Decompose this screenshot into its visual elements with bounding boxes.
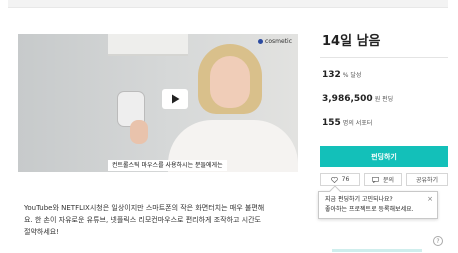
funding-amount: 3,986,500 원 펀딩 bbox=[322, 94, 393, 104]
video-brand-logo: cosmetic bbox=[258, 38, 292, 45]
heart-icon bbox=[330, 176, 338, 183]
video-scene-hand bbox=[130, 120, 148, 144]
funding-amount-value: 3,986,500 bbox=[322, 94, 373, 104]
like-button[interactable]: 76 bbox=[320, 173, 360, 186]
cropped-content bbox=[332, 247, 422, 253]
supporter-count-unit: 명의 서포터 bbox=[342, 120, 373, 127]
share-button[interactable]: 공유하기 bbox=[406, 173, 448, 186]
message-icon bbox=[372, 176, 379, 183]
inquiry-button[interactable]: 문의 bbox=[364, 173, 402, 186]
video-scene-presenter-face bbox=[210, 56, 250, 108]
play-button[interactable] bbox=[162, 89, 188, 109]
days-remaining: 14일 남음 bbox=[322, 34, 381, 49]
project-video[interactable]: cosmetic 컨트롤스틱 마우스를 사용하시는 분들에게는 bbox=[18, 34, 298, 172]
help-button[interactable]: ? bbox=[433, 236, 443, 246]
tooltip-line: 좋아하는 프로젝트로 등록해보세요. bbox=[325, 206, 414, 213]
stats-divider bbox=[320, 57, 448, 58]
brand-logo-icon bbox=[258, 39, 264, 44]
achievement-rate: 132% 달성 bbox=[322, 70, 361, 80]
tooltip-line: 지금 펀딩하기 고민되나요? bbox=[325, 196, 393, 203]
fund-button[interactable]: 펀딩하기 bbox=[320, 146, 448, 167]
description-line: YouTube와 NETFLIX시청은 일상이지만 스마트폰의 작은 화면터치는… bbox=[24, 204, 265, 212]
achievement-value: 132 bbox=[322, 70, 341, 80]
brand-logo-text: cosmetic bbox=[265, 38, 292, 45]
inquiry-label: 문의 bbox=[382, 177, 395, 184]
achievement-unit: % 달성 bbox=[342, 72, 362, 79]
video-scene-air-conditioner bbox=[108, 34, 188, 56]
supporter-count-value: 155 bbox=[322, 118, 341, 128]
project-description: YouTube와 NETFLIX시청은 일상이지만 스마트폰의 작은 화면터치는… bbox=[24, 202, 304, 238]
video-caption: 컨트롤스틱 마우스를 사용하시는 분들에게는 bbox=[108, 160, 227, 171]
supporter-count: 155 명의 서포터 bbox=[322, 118, 372, 128]
like-count: 76 bbox=[341, 176, 350, 183]
funding-amount-unit: 원 펀딩 bbox=[374, 96, 394, 103]
description-line: 절약하세요! bbox=[24, 228, 60, 236]
top-bar bbox=[8, 0, 448, 8]
description-line: 요. 한 손이 자유로운 유튜브, 넷플릭스 리모컨마우스로 편리하게 조작하고… bbox=[24, 216, 261, 224]
play-icon bbox=[171, 94, 179, 104]
tooltip-close-button[interactable]: × bbox=[427, 194, 433, 204]
like-tooltip: 지금 펀딩하기 고민되나요? 좋아하는 프로젝트로 등록해보세요. × bbox=[318, 185, 438, 219]
